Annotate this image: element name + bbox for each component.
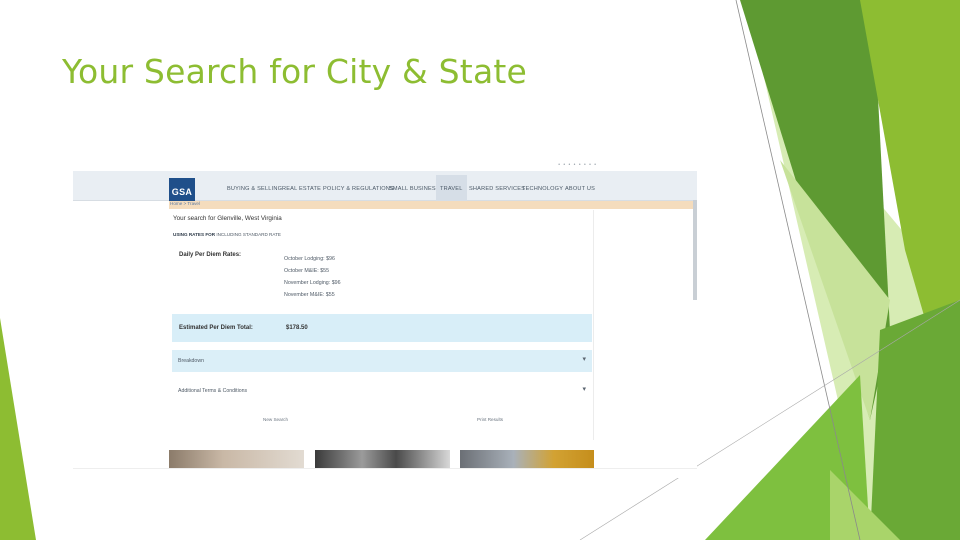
print-results-button[interactable]: Print Results (477, 417, 503, 422)
daily-rates-label: Daily Per Diem Rates: (179, 252, 242, 258)
slide-title: Your Search for City & State (62, 52, 528, 91)
new-search-button[interactable]: New Search (263, 417, 288, 422)
total-value: $178.50 (286, 325, 308, 331)
breakdown-accordion[interactable]: Breakdown ▾ (172, 350, 592, 372)
nav-buying-selling[interactable]: BUYING & SELLING (227, 186, 282, 192)
embedded-screenshot: • • • • • • • • GSA BUYING & SELLING REA… (73, 160, 697, 478)
chevron-down-icon: ▾ (582, 386, 586, 393)
rate-row: October M&IE: $55 (284, 268, 330, 274)
left-green-sliver (0, 318, 36, 540)
breakdown-label: Breakdown (178, 358, 204, 364)
slide: Your Search for City & State • • • • • •… (0, 0, 960, 540)
right-facet-bottom-dark (870, 300, 960, 540)
rate-row: November Lodging: $96 (284, 280, 341, 286)
results-panel: Your search for Glenville, West Virginia… (169, 210, 594, 440)
terms-accordion[interactable]: Additional Terms & Conditions ▾ (172, 380, 592, 402)
rates-line: USING RATES FOR INCLUDING STANDARD RATE (173, 232, 281, 237)
total-label: Estimated Per Diem Total: (179, 325, 253, 331)
footer-strip (73, 468, 697, 478)
chevron-down-icon: ▾ (582, 356, 586, 363)
breadcrumb-bar (169, 201, 697, 209)
terms-label: Additional Terms & Conditions (178, 388, 248, 394)
nav-about-us[interactable]: ABOUT US (565, 186, 595, 192)
nav-policy-regulations[interactable]: POLICY & REGULATIONS (323, 186, 394, 192)
rate-row: October Lodging: $96 (284, 256, 335, 262)
photo-strip (169, 450, 594, 470)
breadcrumb[interactable]: Home > Travel (170, 201, 200, 206)
rates-line-suffix: INCLUDING STANDARD RATE (216, 232, 281, 237)
search-summary: Your search for Glenville, West Virginia (173, 215, 282, 222)
total-row: Estimated Per Diem Total: $178.50 (172, 314, 592, 342)
photo-thumbnail[interactable] (315, 450, 450, 470)
rates-line-prefix: USING RATES FOR (173, 232, 216, 237)
nav-travel[interactable]: TRAVEL (436, 175, 467, 203)
scrollbar[interactable] (693, 200, 697, 300)
nav-technology[interactable]: TECHNOLOGY (522, 186, 563, 192)
photo-thumbnail[interactable] (460, 450, 594, 470)
nav-real-estate[interactable]: REAL ESTATE (282, 186, 321, 192)
nav-small-business[interactable]: SMALL BUSINESS (389, 186, 440, 192)
rate-row: November M&IE: $55 (284, 292, 335, 298)
utility-links: • • • • • • • • (558, 162, 597, 168)
site-nav: GSA BUYING & SELLING REAL ESTATE POLICY … (73, 171, 697, 206)
nav-shared-services[interactable]: SHARED SERVICES (469, 186, 525, 192)
utility-bar: • • • • • • • • (73, 160, 697, 170)
photo-thumbnail[interactable] (169, 450, 304, 470)
